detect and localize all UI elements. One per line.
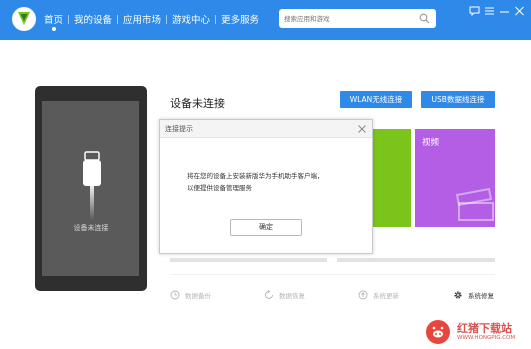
feedback-icon [469,6,480,16]
nav-divider [117,14,119,24]
system-repair-label: 系统修复 [468,292,494,300]
nav-app-market[interactable]: 应用市场 [119,12,165,26]
nav-divider [215,14,217,24]
update-icon [358,290,368,300]
phone-caption: 设备未连接 [73,224,109,232]
nav-more-services[interactable]: 更多服务 [217,12,263,26]
film-icon [455,187,494,221]
backup-action[interactable]: 数据备份 [170,289,211,301]
connection-status-title: 设备未连接 [170,97,225,110]
search-box [279,9,436,28]
watermark-url: WWW.HONGPIG.COM [457,335,516,341]
window-controls [467,4,527,18]
nav-divider [166,14,168,24]
restore-icon [265,290,273,299]
restore-label: 数据恢复 [279,292,305,300]
dialog-header: 连接提示 [160,120,372,138]
close-window-button[interactable] [512,4,527,18]
pig-logo-icon [426,320,450,344]
nav-divider [68,14,70,24]
menu-button[interactable] [482,4,497,18]
search-input[interactable] [279,9,414,28]
usb-connect-button[interactable]: USB数据线连接 [421,91,495,108]
minimize-button[interactable] [497,4,512,18]
system-repair-action[interactable]: 系统修复 [453,289,494,301]
menu-icon [485,7,494,15]
app-logo-icon [12,7,36,31]
nav-game-center[interactable]: 游戏中心 [168,12,214,26]
close-icon[interactable] [358,125,366,133]
progress-bar-left [170,258,327,262]
dialog-message-line2: 以便提供设备管理服务 [187,184,252,192]
ok-button[interactable]: 确定 [230,219,302,236]
divider [170,274,495,275]
tile-video-label: 视频 [422,138,440,148]
restore-action[interactable]: 数据恢复 [264,289,305,301]
backup-icon [170,290,180,300]
progress-bar-right [337,258,495,262]
watermark-brand: 红猪下载站 [457,322,512,335]
main-nav: 首页 我的设备 应用市场 游戏中心 更多服务 [40,12,263,31]
tile-video[interactable]: 视频 [415,129,495,227]
feedback-button[interactable] [467,4,482,18]
backup-label: 数据备份 [185,292,211,300]
top-bar: 首页 我的设备 应用市场 游戏中心 更多服务 [0,0,531,40]
dialog-message: 将在您的设备上安装新版华为手机助手客户端， 以便提供设备管理服务 [187,170,362,194]
nav-home[interactable]: 首页 [40,12,67,31]
minimize-icon [500,11,509,13]
system-update-label: 系统更新 [373,292,399,300]
usb-cable-icon [83,151,101,220]
nav-my-device[interactable]: 我的设备 [70,12,116,26]
site-watermark: 红猪下载站 WWW.HONGPIG.COM [425,319,529,347]
wlan-connect-button[interactable]: WLAN无线连接 [340,91,412,108]
gear-icon [454,291,462,299]
connection-tip-dialog: 连接提示 将在您的设备上安装新版华为手机助手客户端， 以便提供设备管理服务 确定 [159,119,373,254]
dialog-message-line1: 将在您的设备上安装新版华为手机助手客户端， [187,172,324,180]
search-icon[interactable] [419,13,430,24]
close-icon [515,6,524,16]
system-update-action[interactable]: 系统更新 [358,289,399,301]
dialog-title: 连接提示 [165,125,193,133]
